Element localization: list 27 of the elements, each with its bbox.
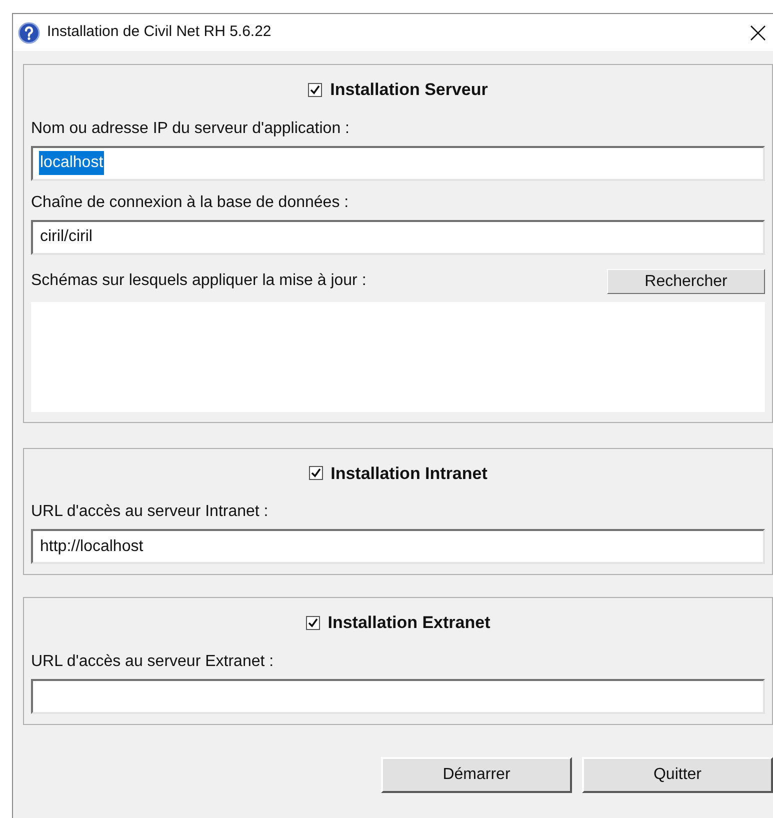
input-field[interactable] <box>31 678 765 714</box>
field-label: URL d'accès au serveur Intranet : <box>31 503 268 520</box>
checkmark-icon <box>310 468 321 478</box>
field-value: ciril/ciril <box>39 227 94 247</box>
help-icon <box>18 22 40 44</box>
checkbox[interactable] <box>306 616 320 630</box>
field-label: Chaîne de connexion à la base de données : <box>31 194 349 210</box>
input-field[interactable]: ciril/ciril <box>31 220 765 254</box>
field-label: Schémas sur lesquels appliquer la mise à jour : <box>31 271 366 291</box>
checkbox[interactable] <box>308 82 322 97</box>
section-title: Installation Serveur <box>330 79 488 101</box>
field-label: Nom ou adresse IP du serveur d'application : <box>31 120 350 136</box>
field-value: http://localhost <box>39 536 144 556</box>
search-button[interactable]: Rechercher <box>607 268 765 294</box>
field-label: URL d'accès au serveur Extranet : <box>31 652 274 670</box>
checkmark-icon <box>310 84 320 95</box>
input-field[interactable]: http://localhost <box>31 529 765 564</box>
window-title: Installation de Civil Net RH 5.6.22 <box>47 22 272 42</box>
dialog-button[interactable]: Quitter <box>582 756 773 792</box>
input-field[interactable]: localhost <box>31 146 765 180</box>
field-value: localhost <box>39 151 104 175</box>
section-title: Installation Intranet <box>330 462 488 484</box>
section-title: Installation Extranet <box>328 612 490 634</box>
checkmark-icon <box>308 618 318 628</box>
close-icon <box>750 24 766 40</box>
checkbox[interactable] <box>308 466 323 480</box>
dialog-button[interactable]: Démarrer <box>381 756 572 792</box>
